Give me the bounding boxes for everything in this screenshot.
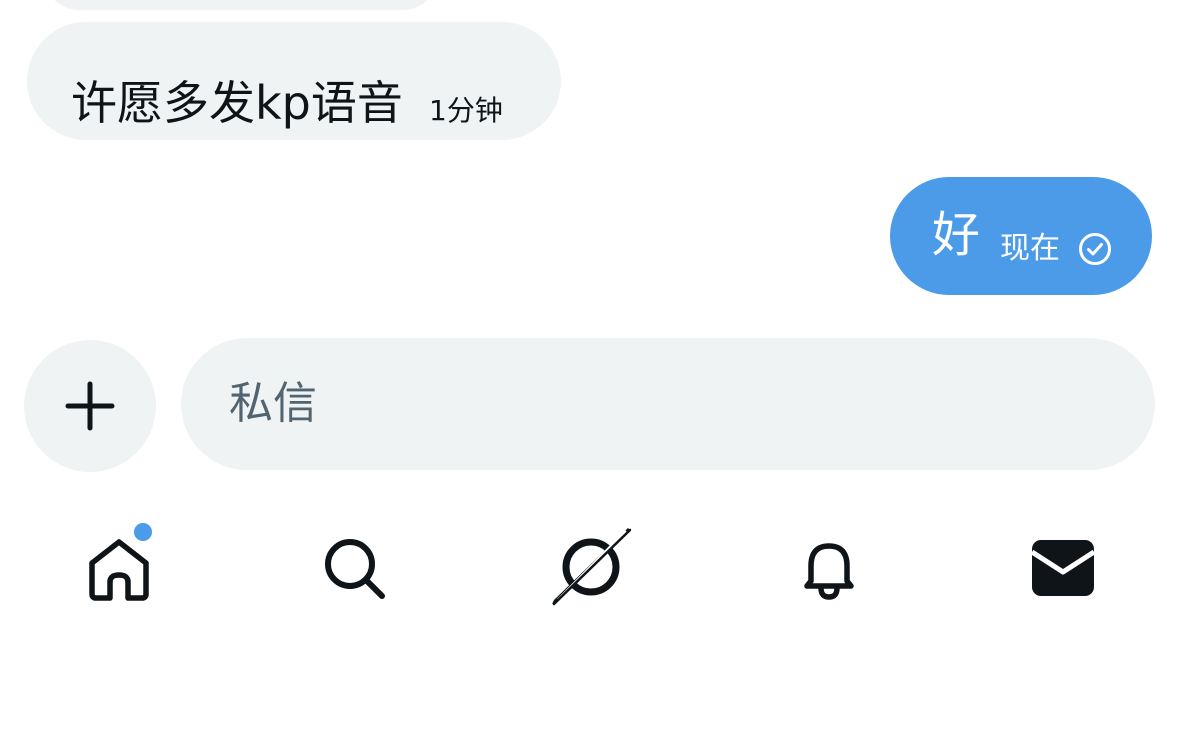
bottom-nav: [0, 510, 1179, 630]
add-media-button[interactable]: [24, 340, 156, 472]
nav-grok[interactable]: [536, 510, 646, 620]
nav-home[interactable]: [64, 510, 174, 620]
bell-icon: [804, 543, 854, 600]
outgoing-message-bubble[interactable]: 好 现在: [890, 177, 1152, 295]
home-icon: [89, 539, 149, 601]
notification-badge: [134, 523, 152, 541]
message-text: 许愿多发kp语音: [71, 76, 403, 130]
message-timestamp: 现在: [1000, 231, 1060, 266]
grok-icon: [552, 528, 632, 606]
read-check-icon: [1079, 233, 1111, 265]
search-icon: [325, 539, 385, 599]
nav-search[interactable]: [300, 510, 410, 620]
message-timestamp: 1分钟: [429, 94, 503, 127]
plus-icon: [65, 381, 115, 431]
nav-messages[interactable]: [1008, 510, 1118, 620]
previous-message-bubble: [44, 0, 438, 10]
mail-icon: [1030, 540, 1096, 596]
incoming-message-bubble[interactable]: 许愿多发kp语音 1分钟: [27, 22, 561, 140]
message-text: 好: [932, 207, 981, 263]
nav-notifications[interactable]: [774, 510, 884, 620]
message-input[interactable]: [229, 376, 1109, 432]
message-input-container[interactable]: [181, 338, 1155, 470]
